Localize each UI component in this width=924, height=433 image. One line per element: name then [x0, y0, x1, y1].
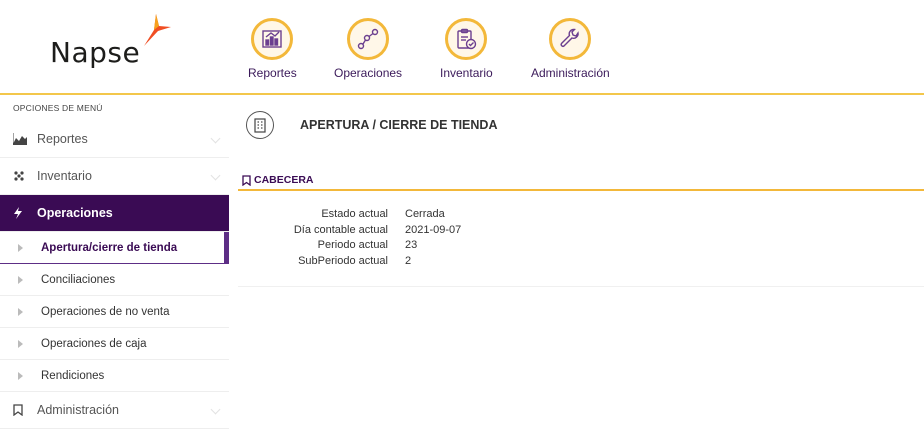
wrench-icon: [549, 18, 592, 60]
topnav-label: Administración: [531, 66, 610, 80]
field-row: Día contable actual 2021-09-07: [238, 224, 461, 240]
bolt-icon: [13, 207, 29, 219]
main-panel: APERTURA / CIERRE DE TIENDA CABECERA Est…: [238, 97, 924, 287]
subitem-operaciones-caja[interactable]: Operaciones de caja: [0, 328, 229, 360]
topnav-label: Inventario: [440, 66, 493, 80]
subitem-rendiciones[interactable]: Rendiciones: [0, 360, 229, 392]
topnav-inventario[interactable]: Inventario: [440, 18, 493, 80]
nodes-icon: [347, 18, 390, 60]
details-fields: Estado actual Cerrada Día contable actua…: [238, 208, 461, 270]
field-value: 2: [405, 254, 412, 267]
top-header: Napse Reportes Operaciones Inventario Ad…: [0, 0, 924, 95]
sidebar-item-operaciones[interactable]: Operaciones: [0, 195, 229, 232]
field-row: SubPeriodo actual 2: [238, 255, 461, 271]
subitem-conciliaciones[interactable]: Conciliaciones: [0, 264, 229, 296]
subitem-apertura-cierre[interactable]: Apertura/cierre de tienda: [0, 232, 229, 264]
topnav-administracion[interactable]: Administración: [531, 18, 610, 80]
sidebar-item-label: Administración: [37, 403, 119, 417]
field-label: Estado actual: [321, 208, 388, 220]
field-label: Día contable actual: [293, 223, 388, 236]
sidebar: OPCIONES DE MENÚ Reportes Inventario Ope…: [0, 97, 229, 433]
sidebar-item-reportes[interactable]: Reportes: [0, 121, 229, 158]
subitem-label: Apertura/cierre de tienda: [41, 241, 178, 254]
page-title: APERTURA / CIERRE DE TIENDA: [300, 118, 498, 132]
page-header: APERTURA / CIERRE DE TIENDA: [246, 111, 497, 139]
clipboard-check-icon: [445, 18, 488, 60]
topnav-reportes[interactable]: Reportes: [248, 18, 297, 80]
field-value: Cerrada: [405, 208, 445, 220]
field-row: Periodo actual 23: [238, 239, 461, 255]
sidebar-item-inventario[interactable]: Inventario: [0, 158, 229, 195]
section-header: CABECERA: [238, 171, 924, 191]
dots-icon: [13, 170, 29, 182]
chevron-down-icon: [210, 170, 221, 181]
area-chart-icon: [13, 133, 29, 145]
sidebar-item-administracion[interactable]: Administración: [0, 392, 229, 429]
sidebar-item-label: Operaciones: [37, 206, 113, 220]
building-icon: [246, 111, 274, 139]
subitem-label: Rendiciones: [41, 369, 105, 382]
field-label: Periodo actual: [317, 239, 388, 251]
logo-text: Napse: [50, 36, 141, 69]
bookmark-icon: [13, 404, 29, 416]
chevron-down-icon: [210, 404, 221, 415]
topnav-label: Reportes: [248, 66, 297, 80]
subitem-label: Operaciones de caja: [41, 337, 147, 350]
sidebar-item-label: Inventario: [37, 169, 92, 183]
field-label: SubPeriodo actual: [298, 254, 388, 267]
chevron-down-icon: [210, 133, 221, 144]
subitem-operaciones-no-venta[interactable]: Operaciones de no venta: [0, 296, 229, 328]
topnav-label: Operaciones: [334, 66, 403, 80]
section-title: CABECERA: [254, 174, 314, 186]
logo-mark-icon: [144, 14, 171, 46]
subitem-label: Operaciones de no venta: [41, 305, 170, 318]
field-value: 23: [405, 239, 418, 251]
napse-logo[interactable]: Napse: [50, 14, 171, 76]
bookmark-icon: [242, 174, 251, 186]
sidebar-title: OPCIONES DE MENÚ: [13, 103, 103, 113]
field-value: 2021-09-07: [405, 223, 462, 236]
topnav-operaciones[interactable]: Operaciones: [334, 18, 402, 80]
field-row: Estado actual Cerrada: [238, 208, 461, 224]
subitem-label: Conciliaciones: [41, 273, 116, 286]
chart-icon: [251, 18, 294, 60]
sidebar-item-label: Reportes: [37, 132, 88, 146]
